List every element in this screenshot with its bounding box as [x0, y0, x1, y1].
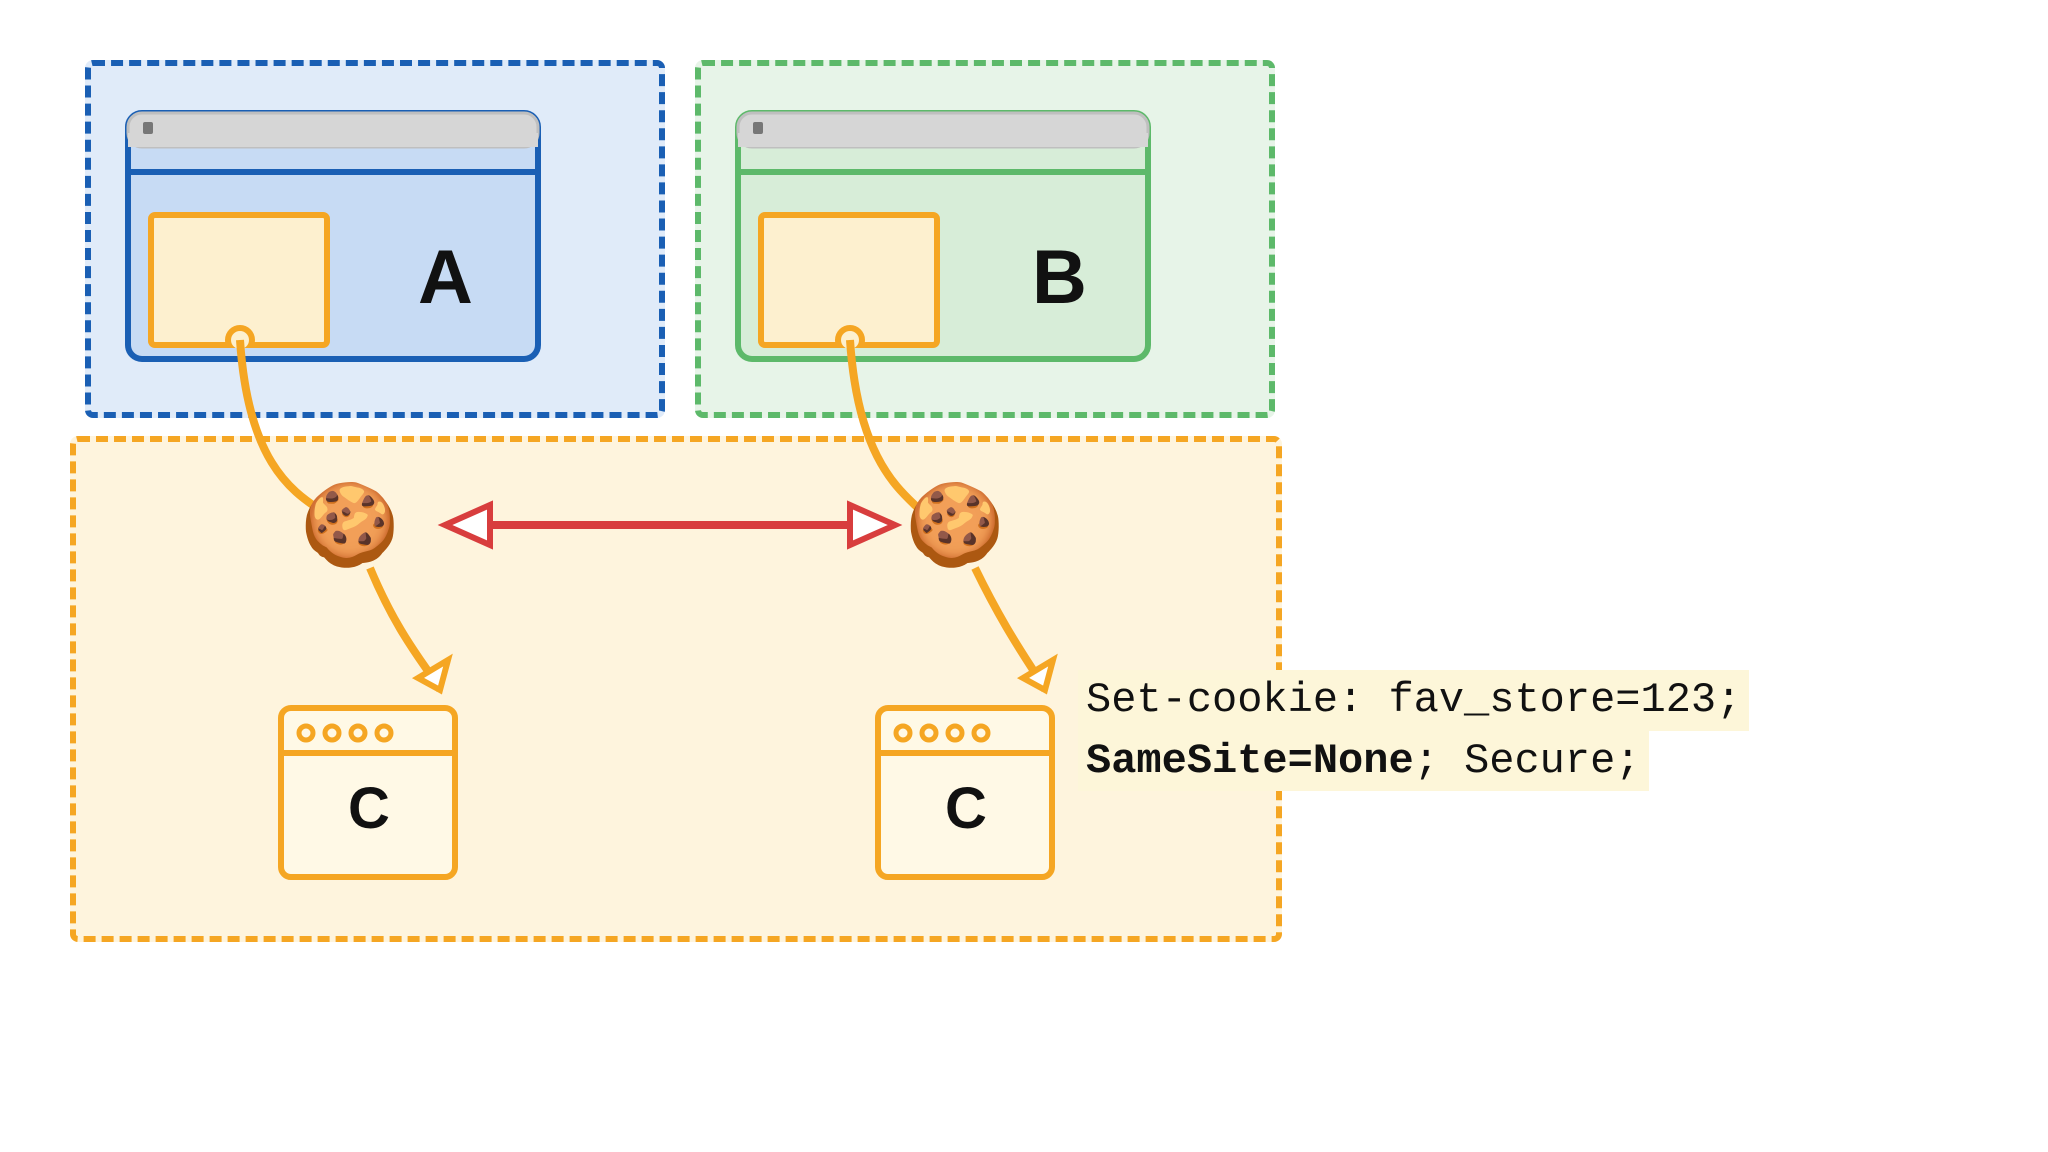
set-cookie-header-code: Set-cookie: fav_store=123; SameSite=None…	[1078, 670, 1749, 791]
code-line-1: Set-cookie: fav_store=123;	[1078, 670, 1749, 731]
cookie-left-icon: 🍪	[300, 478, 400, 572]
target-c-right-label: C	[945, 775, 987, 842]
cookie-right-icon: 🍪	[905, 478, 1005, 572]
code-line-2: SameSite=None; Secure;	[1078, 731, 1649, 792]
target-c-left-label: C	[348, 775, 390, 842]
connector-lines	[0, 0, 2048, 1152]
